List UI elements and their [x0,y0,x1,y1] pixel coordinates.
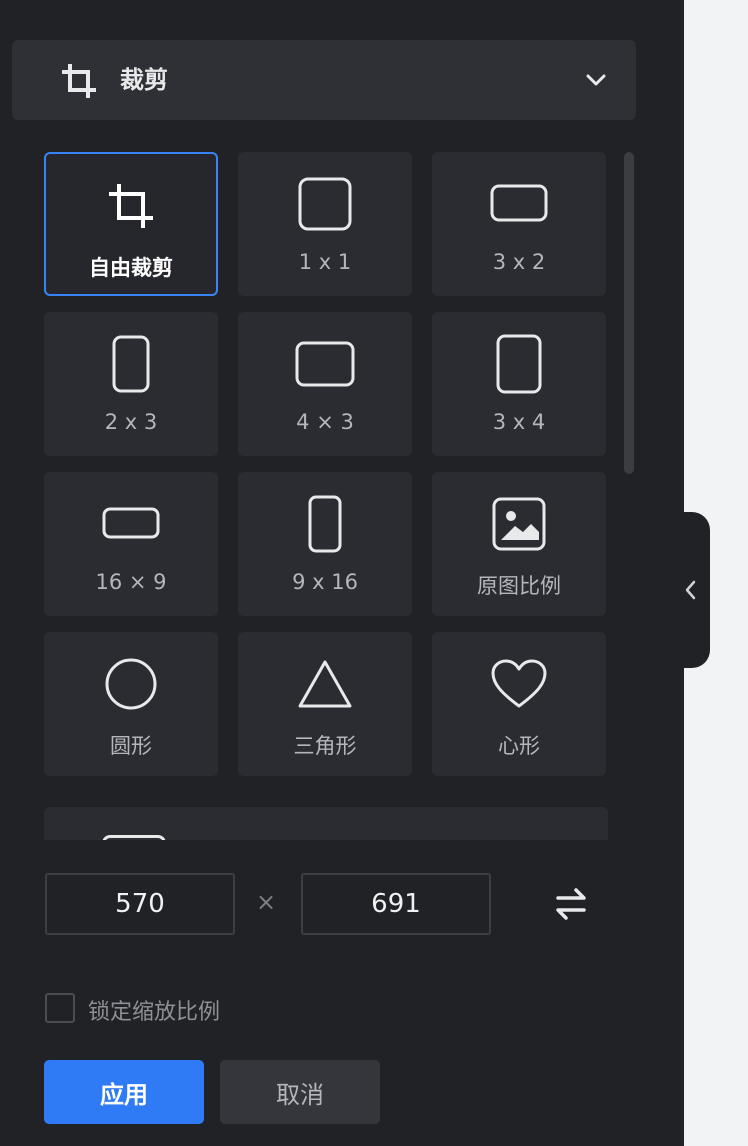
shape-icon [102,835,166,840]
square-icon [298,177,352,231]
preset-label: 4 × 3 [296,410,354,434]
preset-label: 原图比例 [477,574,561,598]
triangle-icon [298,660,352,708]
crop-icon [109,184,153,228]
crop-section-header[interactable]: 裁剪 [12,40,636,120]
crop-icon [62,64,96,98]
swap-icon[interactable] [554,886,588,922]
preset-label: 9 x 16 [292,570,358,594]
image-icon [492,497,546,551]
preset-label: 3 x 2 [492,250,546,274]
lock-ratio-checkbox[interactable] [45,993,75,1023]
circle-icon [105,658,157,710]
preset-partially-visible[interactable] [44,807,608,840]
preset-label: 3 x 4 [492,410,546,434]
width-input[interactable]: 570 [45,873,235,935]
section-title: 裁剪 [120,66,168,94]
preset-label: 2 x 3 [104,410,158,434]
rect-portrait-icon [496,334,542,394]
preset-3x2[interactable]: 3 x 2 [432,152,606,296]
lock-ratio-label: 锁定缩放比例 [88,1000,221,1025]
rect-portrait-icon [112,335,150,393]
preset-heart[interactable]: 心形 [432,632,606,776]
preset-label: 1 x 1 [298,250,352,274]
dimension-separator: × [256,888,277,916]
rect-landscape-icon [490,184,548,222]
preset-triangle[interactable]: 三角形 [238,632,412,776]
crop-panel: 裁剪 自由裁剪 1 x 1 3 x 2 2 x 3 4 × 3 3 x 4 16… [0,0,684,1146]
heart-icon [491,659,547,708]
preset-9x16[interactable]: 9 x 16 [238,472,412,616]
preset-scrollbar[interactable] [624,152,634,474]
apply-button[interactable]: 应用 [44,1060,204,1124]
chevron-left-icon [685,580,696,600]
preset-label: 自由裁剪 [89,256,173,280]
preset-label: 心形 [498,734,540,758]
preset-4x3[interactable]: 4 × 3 [238,312,412,456]
preset-free-crop[interactable]: 自由裁剪 [44,152,218,296]
preset-3x4[interactable]: 3 x 4 [432,312,606,456]
preset-1x1[interactable]: 1 x 1 [238,152,412,296]
collapse-panel-button[interactable] [670,512,710,668]
preset-label: 三角形 [293,734,357,758]
preset-circle[interactable]: 圆形 [44,632,218,776]
rect-tall-icon [308,495,342,553]
cancel-button[interactable]: 取消 [220,1060,380,1124]
preset-label: 16 × 9 [95,570,167,594]
preset-2x3[interactable]: 2 x 3 [44,312,218,456]
rect-wide-icon [102,507,160,539]
preset-label: 圆形 [110,734,152,758]
preset-16x9[interactable]: 16 × 9 [44,472,218,616]
rect-landscape-icon [295,341,355,387]
preset-original-ratio[interactable]: 原图比例 [432,472,606,616]
crop-preset-grid: 自由裁剪 1 x 1 3 x 2 2 x 3 4 × 3 3 x 4 16 × … [0,140,640,840]
height-input[interactable]: 691 [301,873,491,935]
chevron-down-icon[interactable] [584,68,608,92]
